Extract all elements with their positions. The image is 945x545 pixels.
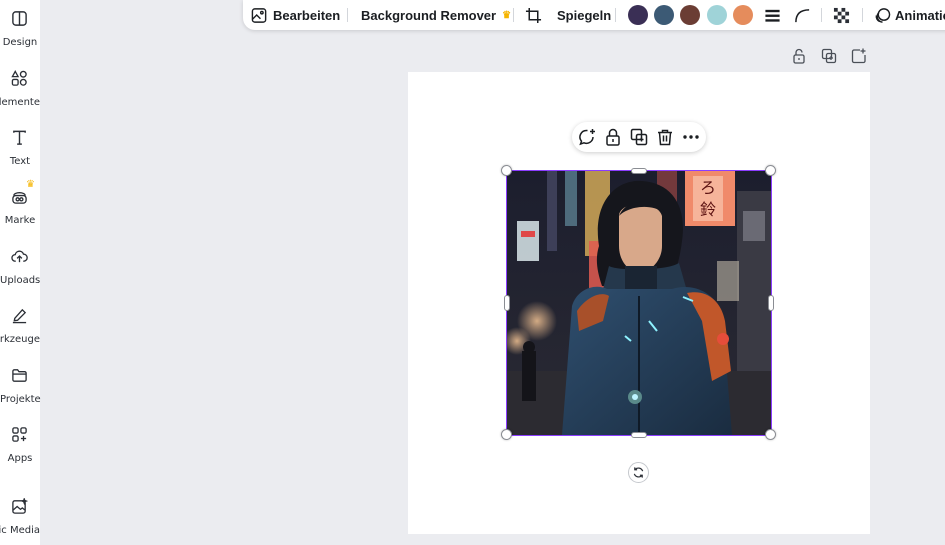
sidebar-item-label: Apps <box>7 453 33 464</box>
comment-add-icon[interactable] <box>578 128 596 146</box>
element-context-bar <box>572 122 706 152</box>
animate-button[interactable]: Animatio <box>874 0 945 30</box>
crown-icon: ♛ <box>502 9 512 21</box>
sidebar-item-design[interactable]: Design <box>0 0 40 56</box>
color-swatch-1[interactable] <box>628 5 648 25</box>
add-page-icon[interactable] <box>851 48 867 64</box>
animate-label: Animatio <box>895 7 945 23</box>
duplicate-page-icon[interactable] <box>821 48 837 64</box>
brand-icon <box>12 192 27 204</box>
lock-page-icon[interactable] <box>791 48 807 64</box>
selected-image[interactable]: ろ 鈴 <box>506 170 772 436</box>
resize-handle-bottom-right[interactable] <box>765 429 776 440</box>
divider <box>615 8 616 22</box>
trash-icon[interactable] <box>656 128 674 146</box>
duplicate-icon[interactable] <box>630 128 648 146</box>
transparency-icon <box>833 7 850 23</box>
resize-handle-right[interactable] <box>768 295 774 311</box>
background-remover-label: Background Remover <box>361 7 497 23</box>
resize-handle-top-right[interactable] <box>765 165 776 176</box>
divider <box>821 8 822 22</box>
left-sidebar: Design Elemente Text ♛ Marke Uploads Wer… <box>0 0 41 545</box>
rotate-button[interactable] <box>628 462 649 483</box>
sidebar-item-label: Magic Media <box>0 525 40 536</box>
background-remover-button[interactable]: Background Remover ♛ <box>361 0 511 30</box>
resize-handle-bottom-left[interactable] <box>501 429 512 440</box>
apps-icon <box>12 427 27 442</box>
more-options-icon[interactable] <box>682 128 700 146</box>
crop-icon <box>525 7 542 23</box>
color-swatch-2[interactable] <box>654 5 674 25</box>
divider <box>513 8 514 22</box>
sidebar-item-label: Werkzeuge <box>0 334 40 345</box>
divider <box>347 8 348 22</box>
edit-label: Bearbeiten <box>273 7 341 23</box>
flip-label: Spiegeln <box>557 7 612 23</box>
divider <box>862 8 863 22</box>
resize-handle-bottom[interactable] <box>631 432 647 438</box>
transparency-button[interactable] <box>833 0 850 30</box>
flip-button[interactable]: Spiegeln <box>557 0 611 30</box>
sidebar-item-label: Design <box>2 37 38 48</box>
text-icon <box>13 130 26 145</box>
sidebar-item-elements[interactable]: Elemente <box>0 60 40 116</box>
cyberpunk-portrait-image: ろ 鈴 <box>507 171 771 435</box>
magic-media-icon <box>12 498 28 514</box>
color-swatch-5[interactable] <box>733 5 753 25</box>
sidebar-item-label: Elemente <box>0 97 40 108</box>
resize-handle-top[interactable] <box>631 168 647 174</box>
animate-icon <box>875 7 891 23</box>
border-style-button[interactable] <box>764 0 781 30</box>
context-toolbar: Bearbeiten Background Remover ♛ Spiegeln <box>243 0 945 30</box>
crop-button[interactable] <box>525 0 542 30</box>
svg-text:鈴: 鈴 <box>700 200 716 219</box>
sidebar-item-label: Uploads <box>0 275 41 286</box>
border-weight-icon <box>765 9 780 22</box>
cloud-upload-icon <box>11 250 28 263</box>
svg-text:ろ: ろ <box>700 178 716 197</box>
pen-icon <box>12 308 27 324</box>
corner-radius-icon <box>795 8 810 22</box>
sidebar-item-text[interactable]: Text <box>0 119 40 175</box>
color-swatch-4[interactable] <box>707 5 727 25</box>
sidebar-item-label: Projekte <box>0 394 41 405</box>
sidebar-item-magic-media[interactable]: Magic Media <box>0 488 40 544</box>
layout-icon <box>12 11 27 26</box>
edit-image-button[interactable]: Bearbeiten <box>251 0 340 30</box>
color-swatch-3[interactable] <box>680 5 700 25</box>
resize-handle-top-left[interactable] <box>501 165 512 176</box>
sidebar-item-uploads[interactable]: Uploads <box>0 238 40 294</box>
folder-icon <box>12 369 27 382</box>
rotate-icon <box>633 467 644 478</box>
corner-rounding-button[interactable] <box>794 0 811 30</box>
sidebar-item-brand[interactable]: ♛ Marke <box>0 178 40 234</box>
image-edit-icon <box>251 7 267 23</box>
lock-icon[interactable] <box>604 128 622 146</box>
sidebar-item-label: Text <box>9 156 31 167</box>
sidebar-item-label: Marke <box>4 215 36 226</box>
sidebar-item-apps[interactable]: Apps <box>0 416 40 472</box>
shapes-icon <box>11 70 27 86</box>
resize-handle-left[interactable] <box>504 295 510 311</box>
sidebar-item-projects[interactable]: Projekte <box>0 357 41 413</box>
sidebar-item-tools[interactable]: Werkzeuge <box>0 297 40 353</box>
